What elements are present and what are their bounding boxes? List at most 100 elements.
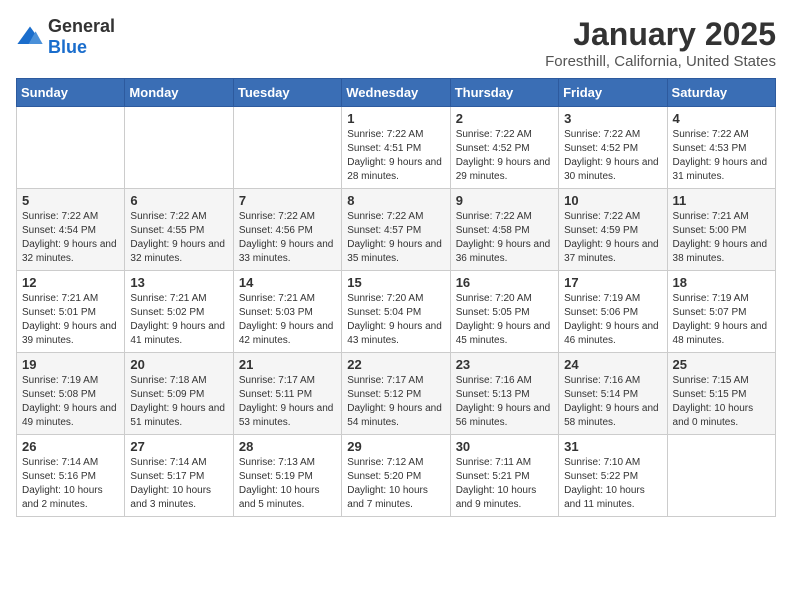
weekday-header-row: SundayMondayTuesdayWednesdayThursdayFrid…	[17, 79, 776, 107]
day-number: 22	[347, 357, 444, 372]
day-info: Sunrise: 7:16 AM Sunset: 5:13 PM Dayligh…	[456, 374, 553, 430]
day-number: 25	[673, 357, 770, 372]
calendar-cell: 28 Sunrise: 7:13 AM Sunset: 5:19 PM Dayli…	[233, 435, 341, 517]
calendar-cell: 4 Sunrise: 7:22 AM Sunset: 4:53 PM Daylig…	[667, 107, 775, 189]
day-number: 2	[456, 111, 553, 126]
day-info: Sunrise: 7:21 AM Sunset: 5:02 PM Dayligh…	[130, 292, 227, 348]
day-info: Sunrise: 7:15 AM Sunset: 5:15 PM Dayligh…	[673, 374, 770, 430]
day-number: 24	[564, 357, 661, 372]
calendar-cell	[667, 435, 775, 517]
day-number: 28	[239, 439, 336, 454]
day-number: 23	[456, 357, 553, 372]
day-info: Sunrise: 7:22 AM Sunset: 4:54 PM Dayligh…	[22, 210, 119, 266]
calendar-cell: 12Sunrise: 7:21 AM Sunset: 5:01 PM Dayli…	[17, 271, 125, 353]
calendar-cell: 17 Sunrise: 7:19 AM Sunset: 5:06 PM Dayli…	[559, 271, 667, 353]
day-number: 8	[347, 193, 444, 208]
weekday-header-sunday: Sunday	[17, 79, 125, 107]
calendar-cell: 10Sunrise: 7:22 AM Sunset: 4:59 PM Dayli…	[559, 189, 667, 271]
day-info: Sunrise: 7:22 AM Sunset: 4:52 PM Dayligh…	[456, 128, 553, 184]
calendar-cell: 14 Sunrise: 7:21 AM Sunset: 5:03 PM Dayli…	[233, 271, 341, 353]
logo-blue: Blue	[48, 37, 87, 57]
title-block: January 2025 Foresthill, California, Uni…	[545, 16, 776, 70]
day-number: 18	[673, 275, 770, 290]
calendar-week-row: 19 Sunrise: 7:19 AM Sunset: 5:08 PM Dayli…	[17, 353, 776, 435]
day-number: 12	[22, 275, 119, 290]
day-number: 9	[456, 193, 553, 208]
weekday-header-saturday: Saturday	[667, 79, 775, 107]
weekday-header-thursday: Thursday	[450, 79, 558, 107]
day-number: 10	[564, 193, 661, 208]
calendar-cell: 20 Sunrise: 7:18 AM Sunset: 5:09 PM Dayli…	[125, 353, 233, 435]
day-number: 17	[564, 275, 661, 290]
day-info: Sunrise: 7:20 AM Sunset: 5:04 PM Dayligh…	[347, 292, 444, 348]
weekday-header-wednesday: Wednesday	[342, 79, 450, 107]
day-number: 4	[673, 111, 770, 126]
calendar-cell: 27 Sunrise: 7:14 AM Sunset: 5:17 PM Dayli…	[125, 435, 233, 517]
calendar-cell: 15 Sunrise: 7:20 AM Sunset: 5:04 PM Dayli…	[342, 271, 450, 353]
day-info: Sunrise: 7:17 AM Sunset: 5:12 PM Dayligh…	[347, 374, 444, 430]
calendar-cell: 16 Sunrise: 7:20 AM Sunset: 5:05 PM Dayli…	[450, 271, 558, 353]
calendar-week-row: 12Sunrise: 7:21 AM Sunset: 5:01 PM Dayli…	[17, 271, 776, 353]
calendar-cell: 3 Sunrise: 7:22 AM Sunset: 4:52 PM Daylig…	[559, 107, 667, 189]
day-number: 5	[22, 193, 119, 208]
logo-icon	[16, 23, 44, 51]
day-info: Sunrise: 7:17 AM Sunset: 5:11 PM Dayligh…	[239, 374, 336, 430]
day-info: Sunrise: 7:22 AM Sunset: 4:56 PM Dayligh…	[239, 210, 336, 266]
day-info: Sunrise: 7:22 AM Sunset: 4:52 PM Dayligh…	[564, 128, 661, 184]
day-number: 15	[347, 275, 444, 290]
day-number: 19	[22, 357, 119, 372]
day-number: 7	[239, 193, 336, 208]
logo: General Blue	[16, 16, 115, 58]
weekday-header-friday: Friday	[559, 79, 667, 107]
calendar-cell: 24Sunrise: 7:16 AM Sunset: 5:14 PM Dayli…	[559, 353, 667, 435]
day-info: Sunrise: 7:20 AM Sunset: 5:05 PM Dayligh…	[456, 292, 553, 348]
calendar-table: SundayMondayTuesdayWednesdayThursdayFrid…	[16, 78, 776, 517]
calendar-week-row: 26Sunrise: 7:14 AM Sunset: 5:16 PM Dayli…	[17, 435, 776, 517]
calendar-title: January 2025	[545, 16, 776, 53]
calendar-cell: 30 Sunrise: 7:11 AM Sunset: 5:21 PM Dayli…	[450, 435, 558, 517]
day-info: Sunrise: 7:11 AM Sunset: 5:21 PM Dayligh…	[456, 456, 553, 512]
day-info: Sunrise: 7:14 AM Sunset: 5:16 PM Dayligh…	[22, 456, 119, 512]
calendar-cell: 6 Sunrise: 7:22 AM Sunset: 4:55 PM Daylig…	[125, 189, 233, 271]
calendar-cell	[233, 107, 341, 189]
day-info: Sunrise: 7:22 AM Sunset: 4:53 PM Dayligh…	[673, 128, 770, 184]
day-info: Sunrise: 7:22 AM Sunset: 4:55 PM Dayligh…	[130, 210, 227, 266]
calendar-cell: 31 Sunrise: 7:10 AM Sunset: 5:22 PM Dayli…	[559, 435, 667, 517]
day-number: 16	[456, 275, 553, 290]
day-number: 31	[564, 439, 661, 454]
day-info: Sunrise: 7:13 AM Sunset: 5:19 PM Dayligh…	[239, 456, 336, 512]
calendar-cell: 23 Sunrise: 7:16 AM Sunset: 5:13 PM Dayli…	[450, 353, 558, 435]
day-info: Sunrise: 7:21 AM Sunset: 5:00 PM Dayligh…	[673, 210, 770, 266]
day-info: Sunrise: 7:14 AM Sunset: 5:17 PM Dayligh…	[130, 456, 227, 512]
day-number: 13	[130, 275, 227, 290]
day-info: Sunrise: 7:12 AM Sunset: 5:20 PM Dayligh…	[347, 456, 444, 512]
day-number: 20	[130, 357, 227, 372]
calendar-cell: 19 Sunrise: 7:19 AM Sunset: 5:08 PM Dayli…	[17, 353, 125, 435]
calendar-cell	[17, 107, 125, 189]
day-info: Sunrise: 7:19 AM Sunset: 5:08 PM Dayligh…	[22, 374, 119, 430]
calendar-cell: 26Sunrise: 7:14 AM Sunset: 5:16 PM Dayli…	[17, 435, 125, 517]
day-number: 6	[130, 193, 227, 208]
calendar-cell: 21Sunrise: 7:17 AM Sunset: 5:11 PM Dayli…	[233, 353, 341, 435]
calendar-cell: 8 Sunrise: 7:22 AM Sunset: 4:57 PM Daylig…	[342, 189, 450, 271]
day-info: Sunrise: 7:10 AM Sunset: 5:22 PM Dayligh…	[564, 456, 661, 512]
day-info: Sunrise: 7:19 AM Sunset: 5:06 PM Dayligh…	[564, 292, 661, 348]
calendar-week-row: 5 Sunrise: 7:22 AM Sunset: 4:54 PM Daylig…	[17, 189, 776, 271]
day-number: 14	[239, 275, 336, 290]
day-number: 30	[456, 439, 553, 454]
day-number: 27	[130, 439, 227, 454]
weekday-header-monday: Monday	[125, 79, 233, 107]
day-info: Sunrise: 7:21 AM Sunset: 5:03 PM Dayligh…	[239, 292, 336, 348]
calendar-cell: 11Sunrise: 7:21 AM Sunset: 5:00 PM Dayli…	[667, 189, 775, 271]
day-info: Sunrise: 7:18 AM Sunset: 5:09 PM Dayligh…	[130, 374, 227, 430]
calendar-cell: 18Sunrise: 7:19 AM Sunset: 5:07 PM Dayli…	[667, 271, 775, 353]
logo-general: General	[48, 16, 115, 36]
day-number: 1	[347, 111, 444, 126]
day-info: Sunrise: 7:22 AM Sunset: 4:57 PM Dayligh…	[347, 210, 444, 266]
day-number: 3	[564, 111, 661, 126]
calendar-cell: 7 Sunrise: 7:22 AM Sunset: 4:56 PM Daylig…	[233, 189, 341, 271]
calendar-cell: 9Sunrise: 7:22 AM Sunset: 4:58 PM Daylig…	[450, 189, 558, 271]
page-header: General Blue January 2025 Foresthill, Ca…	[16, 16, 776, 70]
day-number: 29	[347, 439, 444, 454]
calendar-cell: 25 Sunrise: 7:15 AM Sunset: 5:15 PM Dayli…	[667, 353, 775, 435]
